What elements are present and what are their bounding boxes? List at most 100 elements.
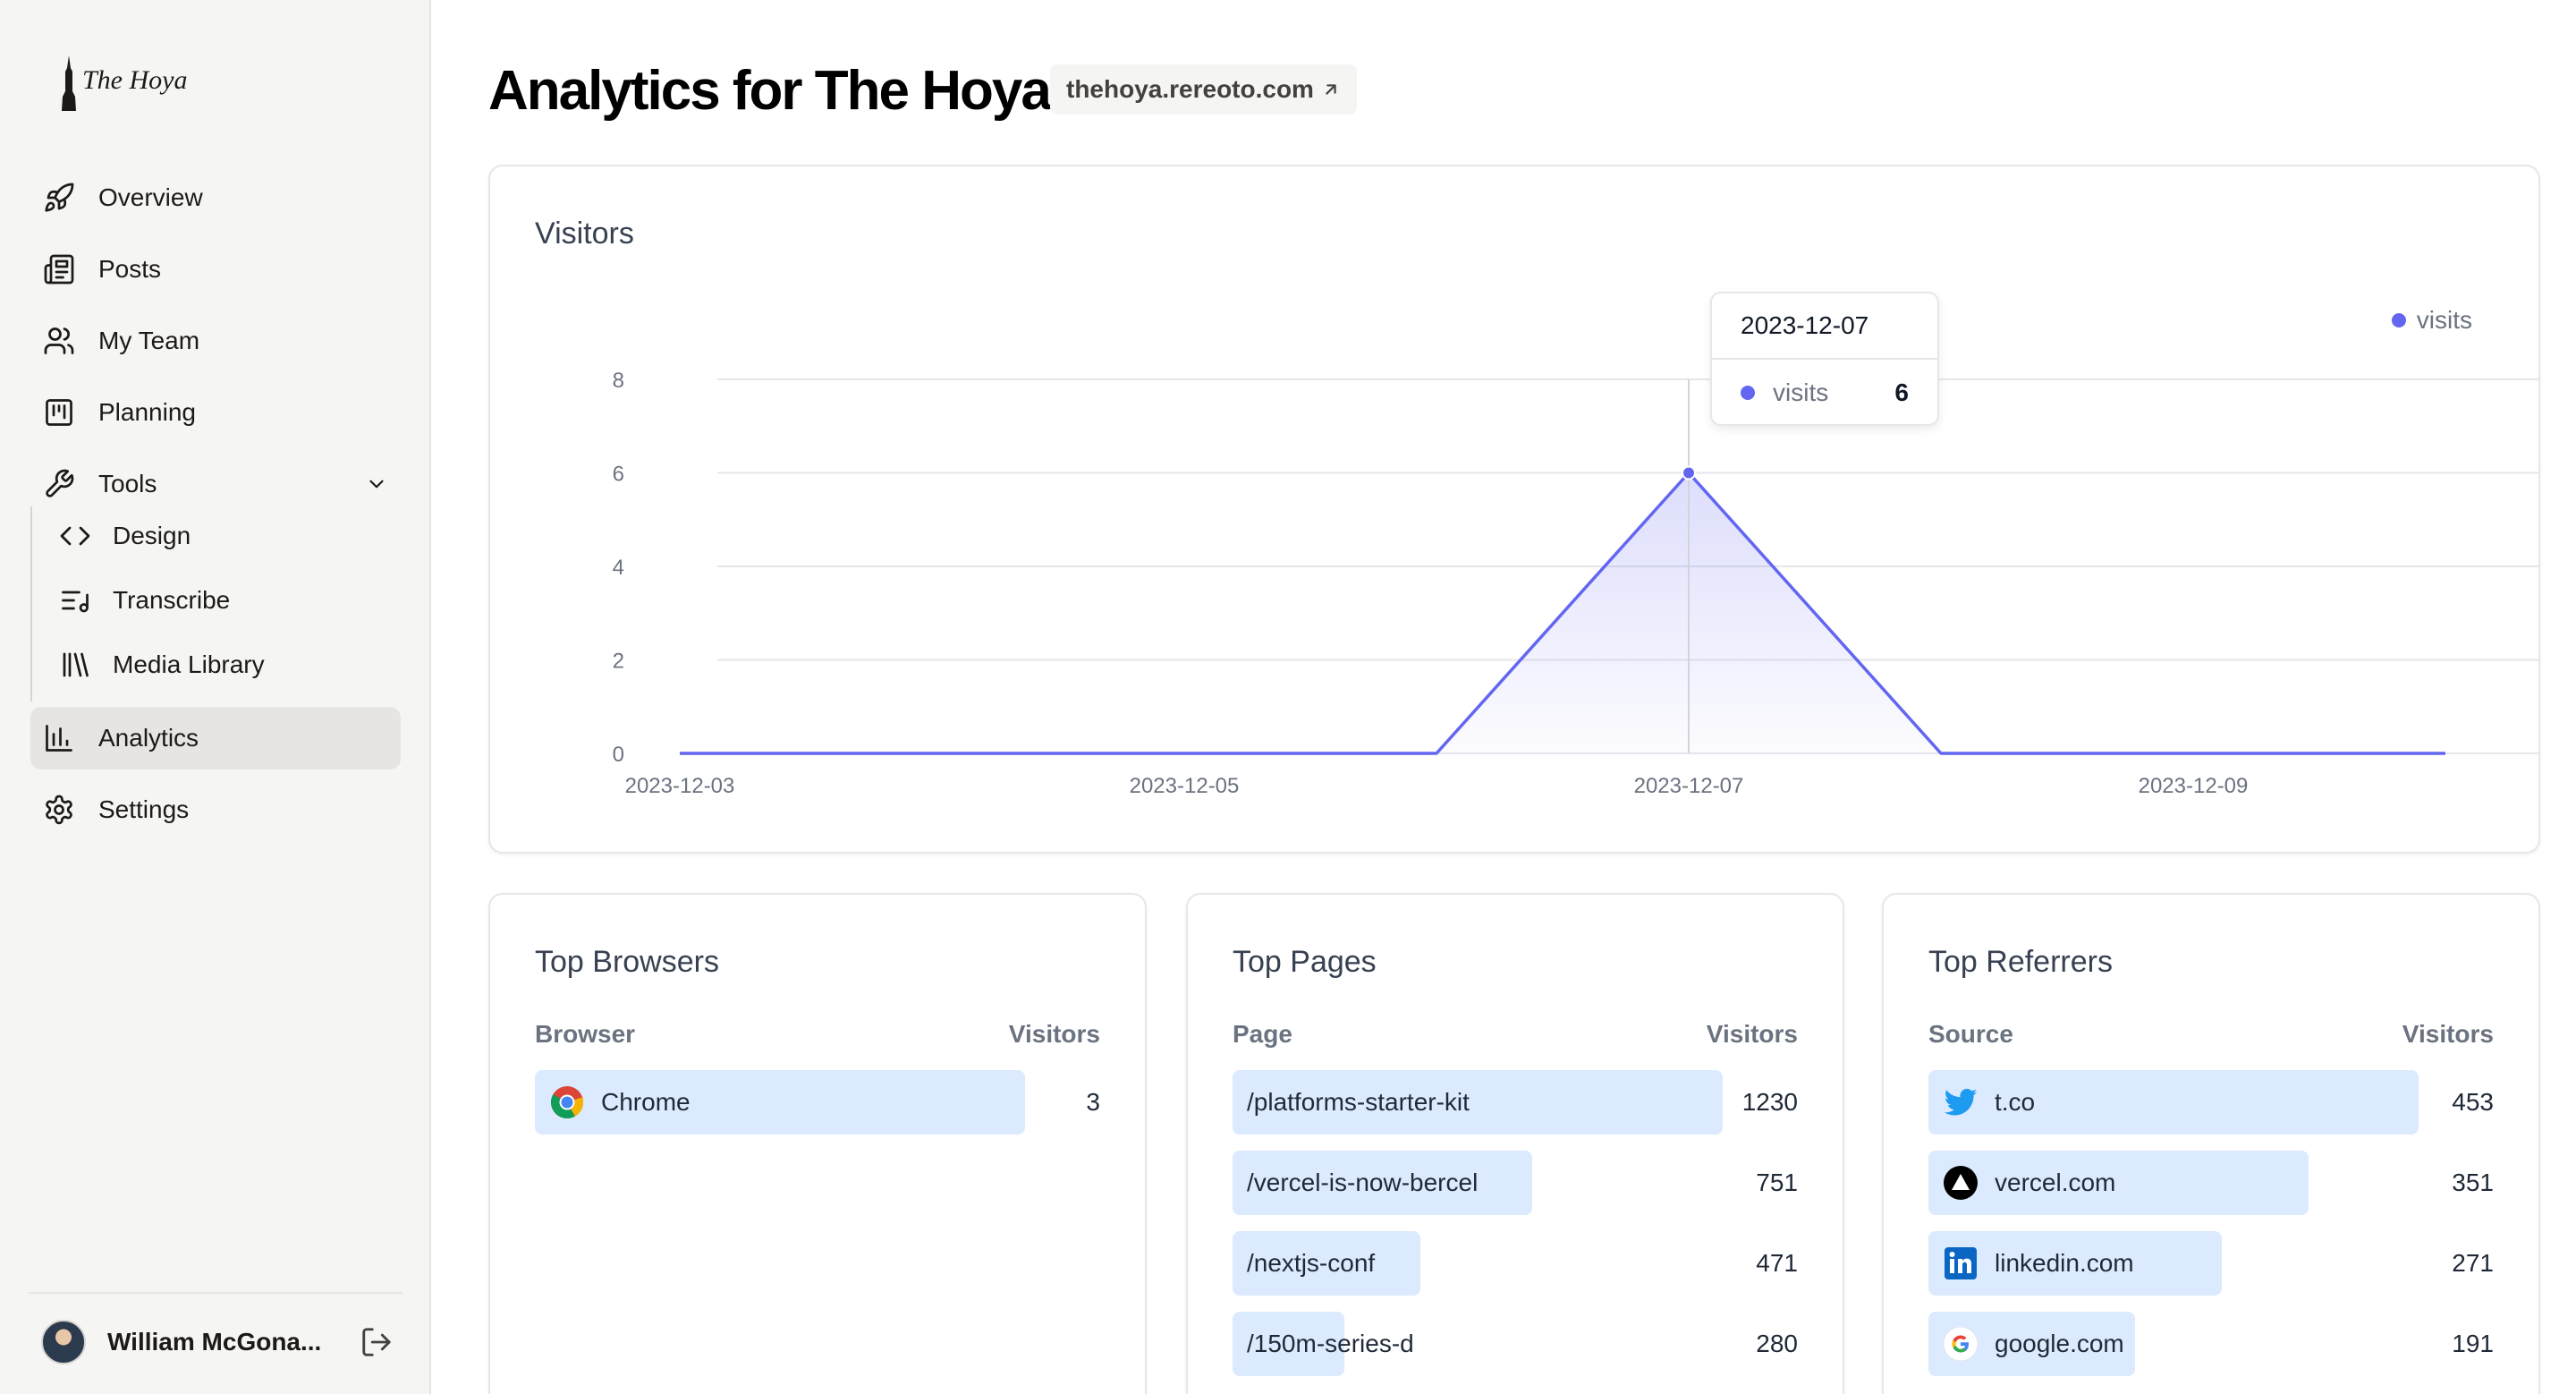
list-item[interactable]: t.co 453 — [1928, 1070, 2494, 1135]
site-logo[interactable]: The Hoya — [59, 55, 187, 111]
list-item-label: /150m-series-d — [1247, 1312, 1414, 1376]
y-tick-label: 6 — [613, 463, 624, 487]
list-item-label: Chrome — [549, 1070, 691, 1135]
external-link-icon — [1326, 84, 1336, 95]
list-item-value: 351 — [2452, 1169, 2494, 1196]
visitors-chart[interactable]: 024682023-12-03 2023-12-05 2023-12-07 2023-… — [490, 166, 2538, 852]
legend-dot — [2391, 313, 2406, 327]
sidebar-item-design[interactable]: Design — [55, 505, 401, 567]
sidebar-item-label: Tools — [98, 470, 157, 497]
column-header-visitors: Visitors — [1008, 1020, 1100, 1048]
list-item-value: 751 — [1756, 1169, 1798, 1196]
list-item-label: /vercel-is-now-bercel — [1247, 1151, 1478, 1215]
linkedin-icon — [1945, 1247, 1977, 1279]
sidebar-item-label: Analytics — [98, 724, 199, 752]
list-item-text: Chrome — [601, 1088, 691, 1116]
newspaper-icon — [44, 254, 74, 285]
chart-legend: visits — [2391, 306, 2472, 335]
bar-chart-icon — [46, 725, 72, 752]
tooltip-date: 2023-12-07 — [1712, 293, 1937, 360]
user-name: William McGona... — [107, 1328, 322, 1356]
sidebar-item-transcribe[interactable]: Transcribe — [55, 569, 401, 632]
top-referrers-card: Top Referrers Source Visitors t.co 453 ver… — [1882, 893, 2540, 1394]
sidebar-item-label: Media Library — [113, 650, 265, 678]
y-tick-label: 8 — [613, 369, 624, 393]
sidebar-item-my-team[interactable]: My Team — [30, 310, 401, 372]
site-link-text: thehoya.rereoto.com — [1066, 75, 1314, 103]
list-item-label: google.com — [1943, 1312, 2124, 1376]
list-item-text: vercel.com — [1995, 1169, 2116, 1196]
list-item-text: linkedin.com — [1995, 1249, 2134, 1277]
list-item[interactable]: /platforms-starter-kit 1230 — [1233, 1070, 1798, 1135]
list-item-label: t.co — [1943, 1070, 2035, 1135]
column-header-visitors: Visitors — [1706, 1020, 1798, 1048]
list-item-label: /nextjs-conf — [1247, 1231, 1375, 1296]
list-item[interactable]: vercel.com 351 — [1928, 1151, 2494, 1215]
users-icon — [44, 327, 74, 354]
twitter-icon — [1944, 1088, 1978, 1116]
sidebar-divider — [29, 1292, 402, 1294]
list-item-value: 271 — [2452, 1249, 2494, 1277]
sidebar-item-label: Settings — [98, 795, 190, 823]
sidebar-item-media-library[interactable]: Media Library — [55, 633, 401, 696]
rocket-icon — [45, 183, 74, 212]
y-tick-label: 2 — [613, 650, 624, 674]
list-item[interactable]: google.com 191 — [1928, 1312, 2494, 1376]
sidebar-item-label: Design — [113, 522, 191, 549]
top-browsers-title: Top Browsers — [535, 945, 719, 979]
table-header: Page Visitors — [1233, 1020, 1798, 1049]
column-header-source: Source — [1928, 1020, 2013, 1048]
sidebar-item-planning[interactable]: Planning — [30, 381, 401, 444]
list-item-text: google.com — [1995, 1330, 2124, 1357]
code-icon — [60, 526, 90, 546]
sidebar-item-analytics[interactable]: Analytics — [30, 707, 401, 769]
list-music-icon — [62, 591, 89, 613]
table-header: Source Visitors — [1928, 1020, 2494, 1049]
tooltip-row: visits 6 — [1712, 360, 1937, 426]
kanban-icon — [46, 399, 72, 426]
list-item-value: 3 — [1086, 1088, 1100, 1116]
sidebar-item-label: Overview — [98, 183, 203, 211]
list-item-label: /platforms-starter-kit — [1247, 1070, 1470, 1135]
list-item-value: 191 — [2452, 1330, 2494, 1357]
sidebar-item-posts[interactable]: Posts — [30, 238, 401, 301]
table-header: Browser Visitors — [535, 1020, 1100, 1049]
x-tick-label: 2023-12-09 — [2139, 774, 2249, 798]
page-title: Analytics for The Hoya — [488, 60, 1052, 122]
sidebar-item-settings[interactable]: Settings — [30, 778, 401, 841]
user-profile[interactable]: William McGona... — [41, 1319, 402, 1365]
sidebar-item-label: Transcribe — [113, 586, 231, 614]
sidebar-item-overview[interactable]: Overview — [30, 166, 401, 229]
column-header-visitors: Visitors — [2402, 1020, 2494, 1048]
avatar[interactable] — [41, 1320, 86, 1364]
top-pages-title: Top Pages — [1233, 945, 1377, 979]
legend-label: visits — [2416, 306, 2472, 334]
list-item-value: 1230 — [1741, 1088, 1798, 1116]
library-icon — [63, 652, 89, 677]
sidebar-item-label: My Team — [98, 327, 200, 354]
site-link-badge[interactable]: thehoya.rereoto.com — [1050, 64, 1357, 115]
list-item-value: 280 — [1756, 1330, 1798, 1357]
chevron-down-icon — [369, 480, 384, 489]
list-item[interactable]: /150m-series-d 280 — [1233, 1312, 1798, 1376]
list-item-label: linkedin.com — [1943, 1231, 2134, 1296]
tooltip-dot — [1741, 386, 1755, 400]
list-item[interactable]: linkedin.com 271 — [1928, 1231, 2494, 1296]
healy-tower-icon — [62, 55, 76, 111]
list-item[interactable]: Chrome 3 — [535, 1070, 1100, 1135]
data-point — [1682, 465, 1696, 480]
tooltip-label: visits — [1773, 378, 1829, 406]
chrome-icon — [550, 1086, 583, 1119]
google-icon — [1943, 1326, 1979, 1362]
chart-tooltip: 2023-12-07 visits 6 — [1710, 292, 1939, 426]
list-item-text: /150m-series-d — [1247, 1330, 1414, 1357]
wrench-icon — [46, 469, 74, 497]
list-item-text: t.co — [1995, 1088, 2036, 1116]
column-header-page: Page — [1233, 1020, 1292, 1048]
logout-icon[interactable] — [360, 1325, 394, 1359]
list-item-text: /vercel-is-now-bercel — [1247, 1169, 1479, 1196]
sidebar: The Hoya Overview Posts My Team Planning… — [0, 0, 431, 1394]
gear-icon — [46, 795, 72, 825]
list-item[interactable]: /vercel-is-now-bercel 751 — [1233, 1151, 1798, 1215]
list-item[interactable]: /nextjs-conf 471 — [1233, 1231, 1798, 1296]
